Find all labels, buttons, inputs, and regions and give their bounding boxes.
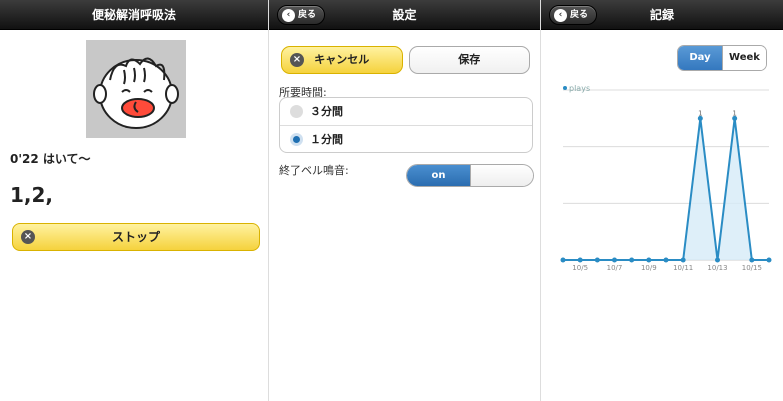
legend-marker bbox=[563, 86, 567, 90]
segment-day[interactable]: Day bbox=[678, 46, 722, 70]
breath-count-text: 1,2, bbox=[10, 183, 54, 207]
x-tick-label: 10/15 bbox=[742, 264, 762, 272]
duration-radio-group: ３分間 １分間 bbox=[279, 97, 533, 153]
screen2-title: 設定 bbox=[392, 8, 417, 22]
chevron-left-icon: ‹ bbox=[282, 8, 295, 22]
back-button[interactable]: ‹ 戻る bbox=[277, 5, 326, 25]
close-icon: × bbox=[290, 53, 304, 67]
stop-button[interactable]: × ストップ bbox=[12, 223, 260, 251]
data-point bbox=[577, 257, 583, 263]
settings-screen: ‹ 戻る 設定 × キャンセル 保存 所要時間: ３分間 １分間 終了ベル鳴音:… bbox=[268, 0, 540, 401]
data-point bbox=[663, 257, 669, 263]
x-tick-label: 10/7 bbox=[607, 264, 623, 272]
save-button-label: 保存 bbox=[458, 53, 481, 66]
stop-button-label: ストップ bbox=[111, 230, 160, 244]
data-point bbox=[629, 257, 635, 263]
radio-icon bbox=[290, 105, 303, 118]
x-tick-label: 10/13 bbox=[707, 264, 727, 272]
x-tick-label: 10/9 bbox=[641, 264, 657, 272]
screen1-title: 便秘解消呼吸法 bbox=[91, 8, 176, 22]
toggle-on-label: on bbox=[407, 165, 470, 186]
plays-chart: plays 1 1 10/5 10/7 10/9 10/11 10/13 10/15 bbox=[560, 84, 772, 272]
data-point bbox=[766, 257, 772, 263]
save-button[interactable]: 保存 bbox=[408, 46, 530, 74]
radio-option-1min[interactable]: １分間 bbox=[280, 125, 532, 152]
cancel-button-label: キャンセル bbox=[314, 53, 370, 66]
radio-label: １分間 bbox=[310, 133, 343, 146]
cancel-button[interactable]: × キャンセル bbox=[281, 46, 403, 74]
data-point bbox=[612, 257, 617, 263]
data-point bbox=[594, 257, 600, 263]
x-tick-label: 10/5 bbox=[572, 264, 588, 272]
screen3-title: 記録 bbox=[649, 8, 674, 22]
breathing-screen: 便秘解消呼吸法 0'22 はいて～ 1,2, × ストップ bbox=[0, 0, 268, 401]
screen2-header: ‹ 戻る 設定 bbox=[269, 0, 540, 30]
bell-toggle[interactable]: on bbox=[406, 164, 534, 187]
toggle-knob[interactable] bbox=[470, 165, 533, 186]
radio-selected-icon bbox=[290, 133, 303, 146]
period-segmented-control: Day Week bbox=[677, 45, 767, 71]
back-button[interactable]: ‹ 戻る bbox=[549, 5, 598, 25]
breath-status-text: 0'22 はいて～ bbox=[10, 152, 91, 166]
chevron-left-icon: ‹ bbox=[554, 8, 567, 22]
data-point bbox=[749, 257, 755, 263]
back-button-label: 戻る bbox=[298, 10, 317, 20]
record-screen: ‹ 戻る 記録 Day Week plays 1 1 10/5 10/7 10/9 10/1… bbox=[540, 0, 783, 401]
bell-label: 終了ベル鳴音: bbox=[279, 164, 349, 177]
legend-label: plays bbox=[569, 84, 590, 93]
action-buttons: × キャンセル 保存 bbox=[281, 46, 530, 74]
close-icon: × bbox=[21, 230, 35, 244]
segment-week[interactable]: Week bbox=[722, 46, 766, 70]
data-point bbox=[715, 257, 720, 263]
x-tick-label: 10/11 bbox=[673, 264, 693, 272]
radio-label: ３分間 bbox=[310, 105, 343, 118]
back-button-label: 戻る bbox=[570, 10, 589, 20]
data-point bbox=[560, 257, 566, 263]
radio-option-3min[interactable]: ３分間 bbox=[280, 98, 532, 125]
data-point bbox=[680, 257, 686, 263]
screen3-header: ‹ 戻る 記録 bbox=[541, 0, 783, 30]
data-label: 1 bbox=[732, 109, 736, 117]
data-label: 1 bbox=[698, 109, 702, 117]
data-point bbox=[646, 257, 652, 263]
screen1-header: 便秘解消呼吸法 bbox=[0, 0, 268, 30]
baby-face-image bbox=[86, 40, 186, 138]
